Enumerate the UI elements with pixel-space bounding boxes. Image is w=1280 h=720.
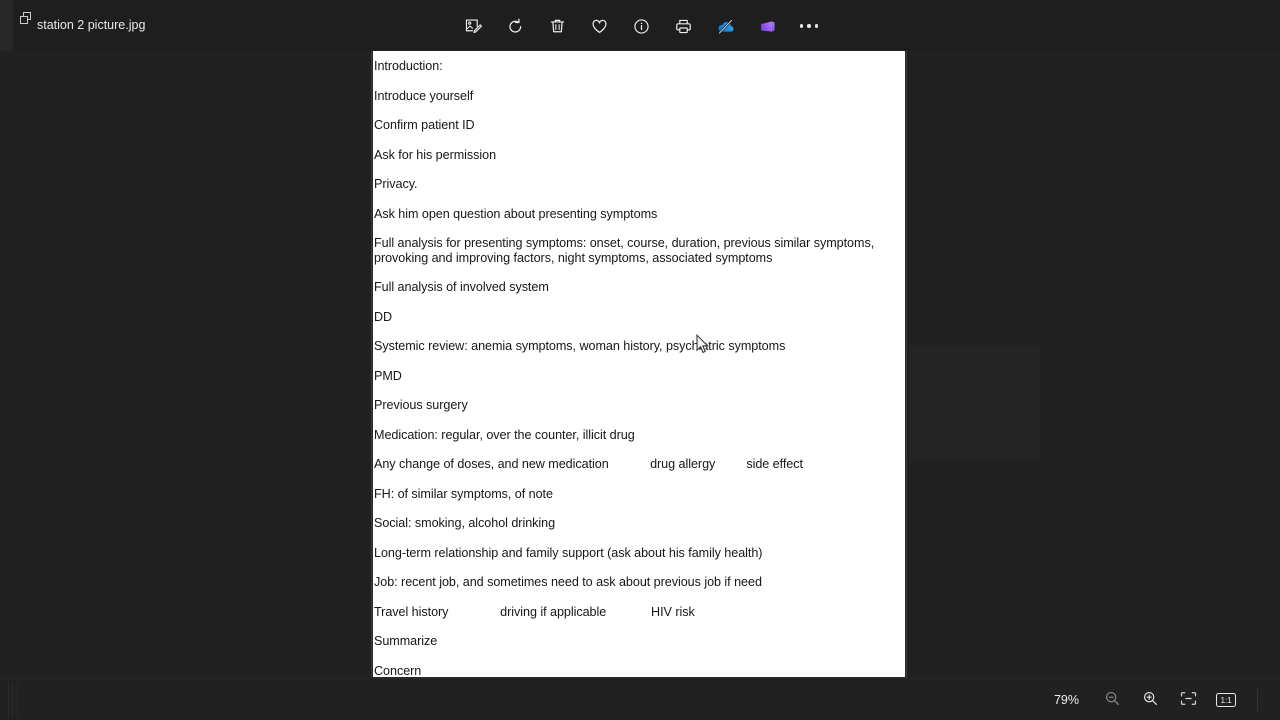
onedrive-sync-button[interactable] (704, 8, 746, 44)
favorite-button[interactable] (578, 8, 620, 44)
doc-line: Privacy. (374, 177, 418, 191)
rotate-button[interactable] (494, 8, 536, 44)
document-text-block: Introduction: Introduce yourself Confirm… (373, 51, 905, 678)
more-options-button[interactable] (788, 8, 830, 44)
file-name-label: station 2 picture.jpg (37, 18, 146, 32)
fit-brackets-icon (1179, 690, 1198, 710)
info-button[interactable] (620, 8, 662, 44)
doc-line: PMD (374, 368, 402, 383)
clipchamp-button[interactable] (746, 8, 788, 44)
titlebar-left-edge (0, 0, 13, 51)
magnifier-minus-icon (1104, 690, 1121, 710)
image-viewer-canvas[interactable]: Introduction: Introduce yourself Confirm… (0, 51, 1280, 678)
zoom-in-button[interactable] (1131, 684, 1169, 716)
displayed-image[interactable]: Introduction: Introduce yourself Confirm… (372, 51, 906, 678)
rotate-icon (506, 17, 525, 36)
status-bar-divider (1257, 689, 1258, 711)
photos-app-window: station 2 picture.jpg Introduction: Intr… (0, 0, 1280, 720)
doc-line: Full analysis of involved system (374, 280, 549, 295)
print-icon (674, 17, 693, 36)
image-toolbar (452, 8, 830, 44)
copies-icon (20, 12, 33, 25)
file-name-chip[interactable]: station 2 picture.jpg (20, 8, 145, 38)
doc-line: Summarize (374, 634, 438, 649)
doc-line: Introduce yourself (374, 88, 474, 103)
print-button[interactable] (662, 8, 704, 44)
info-icon (632, 17, 651, 36)
magnifier-plus-icon (1142, 690, 1159, 710)
edit-image-icon (464, 17, 483, 36)
one-to-one-icon: 1:1 (1216, 693, 1236, 707)
actual-size-button[interactable]: 1:1 (1207, 684, 1245, 716)
doc-line: Social: smoking, alcohol drinking (374, 516, 556, 531)
doc-line: Concern (374, 663, 422, 678)
status-bar: 79% 1:1 (0, 678, 1280, 720)
doc-line: Previous surgery (374, 398, 468, 413)
status-bar-left-marks (8, 683, 22, 717)
doc-line: FH: of similar symptoms, of note (374, 486, 553, 501)
doc-line: Job: recent job, and sometimes need to a… (374, 575, 762, 590)
doc-line: Medication: regular, over the counter, i… (374, 427, 635, 442)
fit-to-window-button[interactable] (1169, 684, 1207, 716)
doc-line: Ask for his permission (374, 147, 497, 162)
doc-line: Ask him open question about presenting s… (374, 206, 658, 221)
edit-image-button[interactable] (452, 8, 494, 44)
zoom-controls: 79% 1:1 (1035, 679, 1258, 720)
doc-line: Travel history driving if applicable HIV… (374, 604, 695, 619)
delete-button[interactable] (536, 8, 578, 44)
clipchamp-icon (758, 17, 777, 36)
title-bar: station 2 picture.jpg (0, 0, 1280, 51)
ellipsis-icon (799, 24, 819, 28)
canvas-shading (910, 346, 1040, 461)
doc-line: Systemic review: anemia symptoms, woman … (374, 339, 786, 354)
cloud-slash-icon (715, 16, 736, 37)
doc-line: Confirm patient ID (374, 118, 475, 132)
heart-icon (590, 17, 609, 36)
doc-line: Long-term relationship and family suppor… (374, 545, 763, 560)
doc-line: Any change of doses, and new medication … (374, 457, 803, 472)
doc-line: Full analysis for presenting symptoms: o… (374, 236, 878, 265)
zoom-level-label: 79% (1053, 693, 1079, 707)
trash-icon (548, 17, 567, 36)
doc-line: Introduction: (374, 59, 443, 73)
zoom-out-button[interactable] (1093, 684, 1131, 716)
doc-line: DD (374, 309, 393, 324)
